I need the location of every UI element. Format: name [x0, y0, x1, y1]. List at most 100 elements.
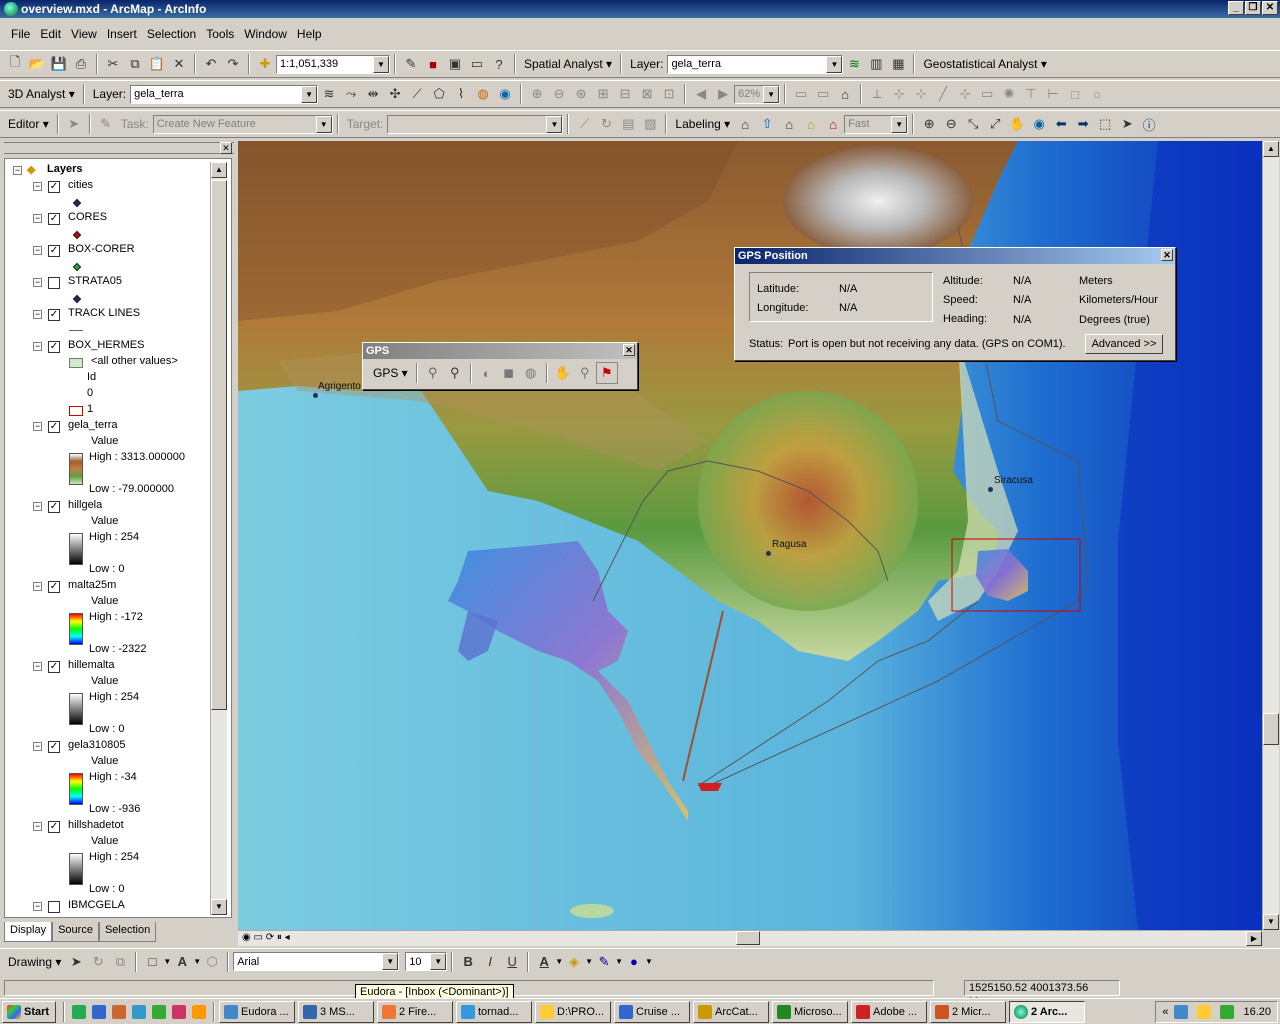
layer-name-1[interactable]: CORES — [68, 211, 107, 223]
quicklaunch-ie-icon[interactable] — [92, 1004, 106, 1019]
menu-file[interactable]: File — [6, 27, 35, 41]
rotate-element-icon[interactable]: ↻ — [87, 951, 109, 973]
line-color-icon[interactable]: ✎ — [593, 951, 615, 973]
gps-position-close-button[interactable]: ✕ — [1161, 249, 1173, 261]
task-folder[interactable]: D:\PRO... — [535, 1000, 611, 1023]
task-eudora[interactable]: Eudora ... — [219, 1000, 295, 1023]
layer-checkbox-2[interactable]: ✓ — [48, 245, 60, 257]
gps-position-titlebar[interactable]: GPS Position ✕ — [735, 248, 1175, 264]
save-icon[interactable]: 💾 — [48, 53, 70, 75]
copy-icon[interactable]: ⧉ — [124, 53, 146, 75]
gps-stop-icon[interactable]: ◼ — [498, 362, 520, 384]
minimize-button[interactable]: _ — [1228, 1, 1244, 15]
menu-help[interactable]: Help — [292, 27, 327, 41]
close-button[interactable]: ✕ — [1262, 1, 1278, 15]
gps-menu[interactable]: GPS — [373, 366, 408, 380]
italic-icon[interactable]: I — [479, 951, 501, 973]
expander-2[interactable]: − — [33, 246, 42, 255]
delete-icon[interactable]: ✕ — [168, 53, 190, 75]
expander-9[interactable]: − — [33, 662, 42, 671]
forward-extent-icon[interactable]: ➡ — [1072, 113, 1094, 135]
gps-pan-icon[interactable]: ✋ — [552, 362, 574, 384]
layer-checkbox-7[interactable]: ✓ — [48, 501, 60, 513]
quicklaunch-4-icon[interactable] — [132, 1004, 146, 1019]
select-elements-icon[interactable]: ➤ — [1116, 113, 1138, 135]
layer-checkbox-11[interactable]: ✓ — [48, 821, 60, 833]
edit-vertices-icon[interactable]: ⬡ — [201, 951, 223, 973]
tray-volume-icon[interactable] — [1220, 1005, 1235, 1019]
editor-menu[interactable]: Editor — [8, 117, 49, 131]
layer-name-2[interactable]: BOX-CORER — [68, 243, 135, 255]
advanced-button[interactable]: Advanced >> — [1085, 334, 1163, 354]
layer-checkbox-10[interactable]: ✓ — [48, 741, 60, 753]
layer-checkbox-3[interactable] — [48, 277, 60, 289]
redo-icon[interactable]: ↷ — [222, 53, 244, 75]
gps-zoom-icon[interactable]: ⚲ — [574, 362, 596, 384]
tray-network-icon[interactable] — [1174, 1005, 1189, 1019]
toc-close-button[interactable]: ✕ — [220, 142, 232, 154]
layer-checkbox-8[interactable]: ✓ — [48, 581, 60, 593]
expander-1[interactable]: − — [33, 214, 42, 223]
contour-icon[interactable]: ≋ — [843, 53, 865, 75]
full-extent-icon[interactable]: ◉ — [1028, 113, 1050, 135]
expander-3[interactable]: − — [33, 278, 42, 287]
layer-name-6[interactable]: gela_terra — [68, 419, 118, 431]
profile-graph-icon[interactable]: ⌇ — [450, 83, 472, 105]
layer-name-11[interactable]: hillshadetot — [68, 819, 124, 831]
layer-name-9[interactable]: hillemalta — [68, 659, 114, 671]
expander-5[interactable]: − — [33, 342, 42, 351]
quicklaunch-1-icon[interactable] — [72, 1004, 86, 1019]
root-expander[interactable]: − — [13, 166, 22, 175]
tray-mail-icon[interactable] — [1197, 1005, 1212, 1019]
task-microsoft[interactable]: Microso... — [772, 1000, 848, 1023]
new-text-icon[interactable]: A — [171, 951, 193, 973]
gps-pause-icon[interactable]: ◍ — [520, 362, 542, 384]
arccatalog-icon[interactable]: ▣ — [444, 53, 466, 75]
gps-connect-icon[interactable]: ⚲ — [422, 362, 444, 384]
expander-8[interactable]: − — [33, 582, 42, 591]
map-horizontal-scrollbar[interactable]: ◉ ▭ ⟳ ⏸ ◂ ▶ — [238, 930, 1262, 946]
layer-combo-1[interactable]: gela_terra ▼ — [667, 54, 844, 74]
calculator-icon[interactable]: ▦ — [887, 53, 909, 75]
expander-4[interactable]: − — [33, 310, 42, 319]
zoom-whole-page-icon[interactable]: ⧉ — [109, 951, 131, 973]
layer-checkbox-6[interactable]: ✓ — [48, 421, 60, 433]
zoom-in-icon[interactable]: ⊕ — [918, 113, 940, 135]
menu-insert[interactable]: Insert — [102, 27, 142, 41]
3d-analyst-menu[interactable]: 3D Analyst — [8, 87, 75, 101]
whats-this-icon[interactable]: ? — [488, 53, 510, 75]
layer-name-3[interactable]: STRATA05 — [68, 275, 122, 287]
layer-name-7[interactable]: hillgela — [68, 499, 102, 511]
layer-name-4[interactable]: TRACK LINES — [68, 307, 140, 319]
fill-color-icon[interactable]: ◈ — [563, 951, 585, 973]
menu-window[interactable]: Window — [239, 27, 292, 41]
cut-icon[interactable]: ✂ — [102, 53, 124, 75]
layer-name-0[interactable]: cities — [68, 179, 93, 191]
layer-checkbox-5[interactable]: ✓ — [48, 341, 60, 353]
tab-source[interactable]: Source — [52, 922, 99, 942]
task-adobe[interactable]: Adobe ... — [851, 1000, 927, 1023]
tab-display[interactable]: Display — [4, 922, 53, 942]
data-view-icon[interactable]: ◉ ▭ ⟳ ⏸ ◂ — [242, 932, 290, 943]
expander-7[interactable]: − — [33, 502, 42, 511]
label-manager-icon[interactable]: ⌂ — [734, 113, 756, 135]
editor-toolbar-icon[interactable]: ✎ — [400, 53, 422, 75]
task-arcmap[interactable]: 2 Arc... — [1009, 1000, 1085, 1023]
print-icon[interactable]: ⎙ — [70, 53, 92, 75]
label-priority-icon[interactable]: ⇧ — [756, 113, 778, 135]
arcglobe-icon[interactable]: ◉ — [494, 83, 516, 105]
select-element-icon[interactable]: ➤ — [65, 951, 87, 973]
undo-icon[interactable]: ↶ — [200, 53, 222, 75]
font-size-combo[interactable]: 10 ▼ — [405, 952, 448, 971]
menu-edit[interactable]: Edit — [35, 27, 66, 41]
gps-disconnect-icon[interactable]: ⚲ — [444, 362, 466, 384]
spatial-analyst-menu[interactable]: Spatial Analyst — [524, 57, 612, 71]
quicklaunch-7-icon[interactable] — [192, 1004, 206, 1019]
toc-scrollbar[interactable]: ▲ ▼ — [210, 162, 227, 915]
interpolate-point-icon[interactable]: ✣ — [384, 83, 406, 105]
task-microsoft-2[interactable]: 2 Micr... — [930, 1000, 1006, 1023]
task-cruise[interactable]: Cruise ... — [614, 1000, 690, 1023]
menu-selection[interactable]: Selection — [142, 27, 201, 41]
select-features-icon[interactable]: ⬚ — [1094, 113, 1116, 135]
drawing-menu[interactable]: Drawing — [8, 955, 61, 969]
